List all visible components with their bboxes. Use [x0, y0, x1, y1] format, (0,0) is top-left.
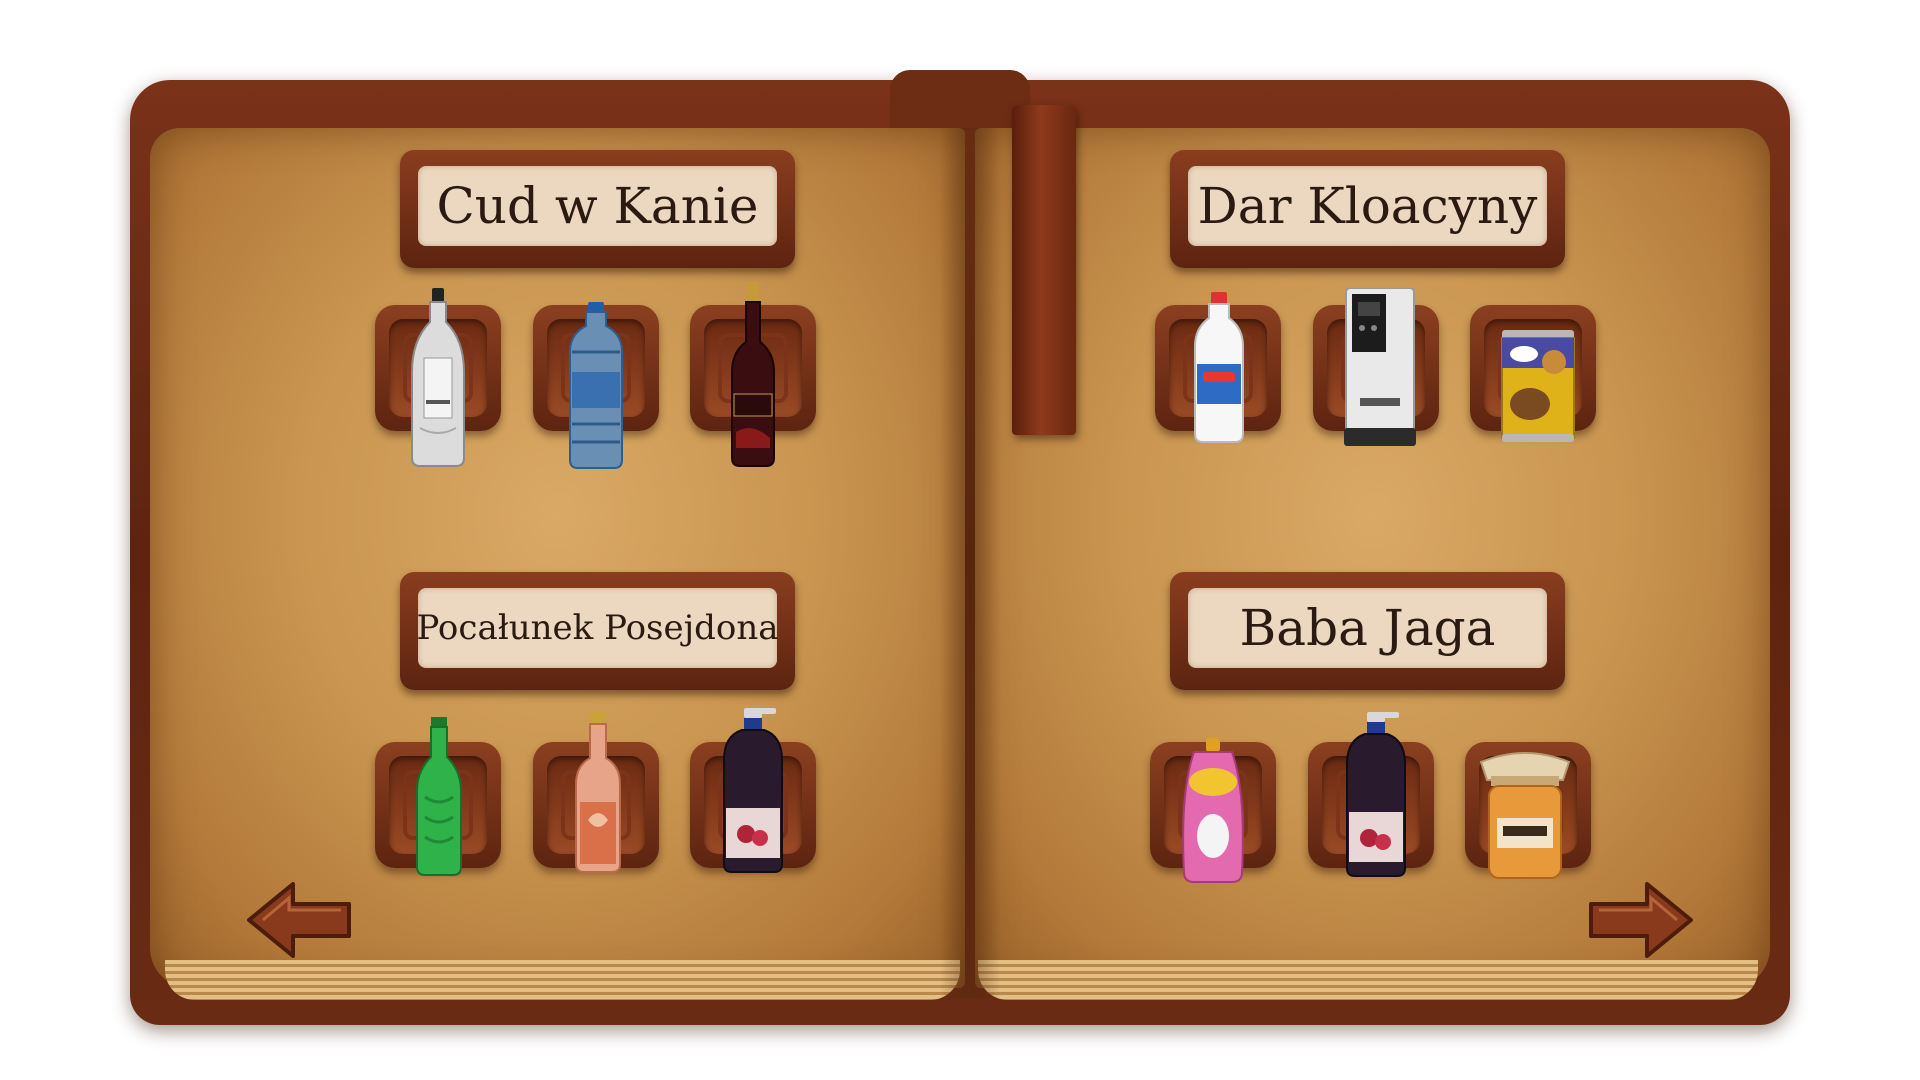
recipe-title: Cud w Kanie	[436, 177, 759, 235]
book-spine	[890, 70, 1030, 130]
recipe-title-plaque: Cud w Kanie	[400, 150, 795, 268]
recipe-book-screen: Cud w Kanie Dar Kloacyny Pocałunek Posej…	[0, 0, 1920, 1080]
syrup-jug-icon	[1346, 712, 1406, 877]
recipe-title: Baba Jaga	[1239, 599, 1496, 657]
book-gutter	[940, 128, 1000, 998]
fruit-pouch-icon	[1182, 738, 1244, 883]
recipe-title: Pocałunek Posejdona	[416, 608, 779, 648]
arrow-right-icon[interactable]	[1585, 880, 1695, 960]
bookmark-ribbon	[1012, 105, 1076, 435]
recipe-title: Dar Kloacyny	[1197, 177, 1538, 235]
dog-food-can-icon	[1501, 330, 1575, 442]
recipe-title-plaque: Baba Jaga	[1170, 572, 1565, 690]
page-edges-right	[978, 960, 1758, 1000]
juice-bottle-icon	[575, 712, 621, 873]
vodka-bottle-icon	[411, 288, 465, 467]
recipe-title-plaque: Dar Kloacyny	[1170, 150, 1565, 268]
milk-bottle-icon	[1194, 292, 1244, 443]
wine-bottle-icon	[731, 282, 775, 467]
coffee-machine-icon	[1344, 288, 1416, 446]
page-edges-left	[165, 960, 960, 1000]
recipe-title-plaque: Pocałunek Posejdona	[400, 572, 795, 690]
water-bottle-icon	[569, 302, 623, 469]
honey-jar-icon	[1479, 752, 1571, 879]
arrow-left-icon[interactable]	[245, 880, 355, 960]
syrup-jug-icon	[723, 708, 783, 873]
green-soda-bottle-icon	[416, 717, 462, 876]
